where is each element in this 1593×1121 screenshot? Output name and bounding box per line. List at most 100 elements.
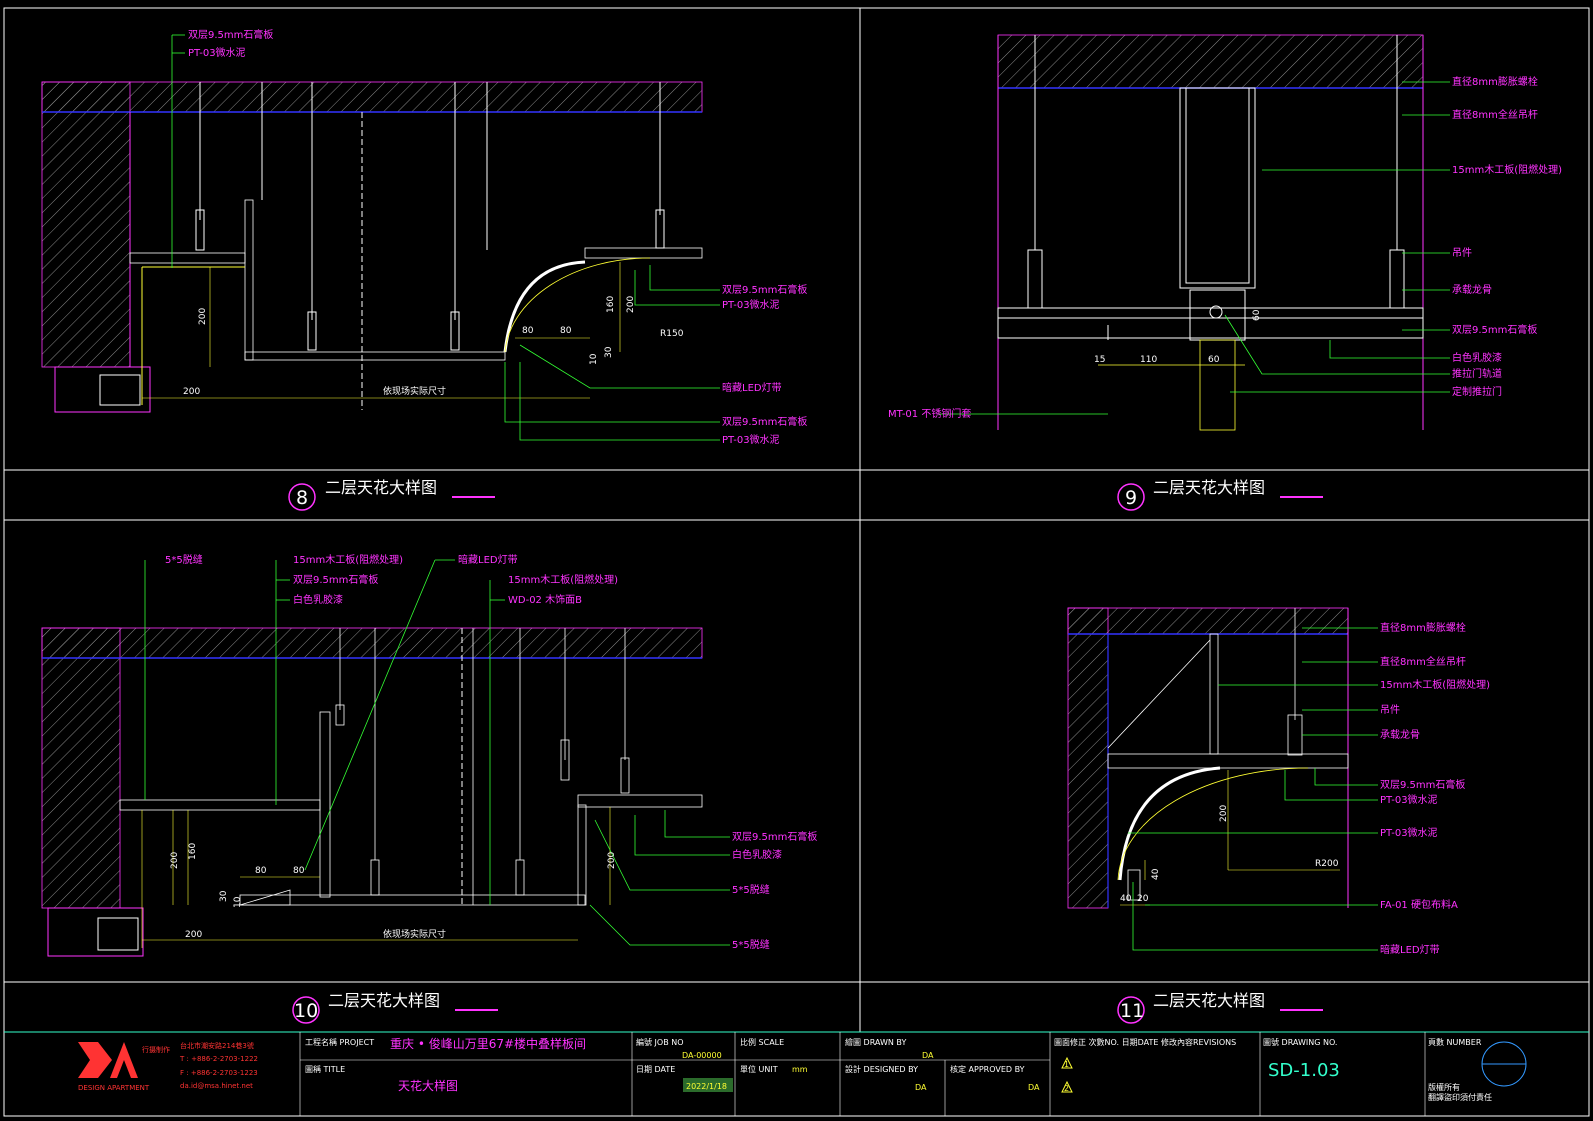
d9-label: 15mm木工板(阻燃处理) xyxy=(1452,163,1562,176)
title-value: 天花大样图 xyxy=(398,1078,458,1093)
detail-10-drawing xyxy=(41,559,730,957)
d9-dim: 15 xyxy=(1094,355,1105,365)
company-email: da.id@msa.hinet.net xyxy=(180,1082,253,1090)
designed-value: DA xyxy=(915,1083,927,1092)
approved-value: DA xyxy=(1028,1083,1040,1092)
d10-label: 白色乳胶漆 xyxy=(293,593,343,606)
d11-label: 直径8mm膨胀螺栓 xyxy=(1380,621,1466,634)
copyright-line-2: 翻譯盜印須付責任 xyxy=(1428,1092,1492,1102)
copyright-line-1: 版權所有 xyxy=(1428,1082,1460,1092)
company-address: 台北市潮安路214巷3號 xyxy=(180,1041,254,1050)
drawn-label: 繪圖 DRAWN BY xyxy=(845,1037,906,1047)
d10-label: 5*5脱缝 xyxy=(165,553,203,566)
detail-11-labels: 直径8mm膨胀螺栓 直径8mm全丝吊杆 15mm木工板(阻燃处理) 吊件 承载龙… xyxy=(1120,621,1490,956)
d10-dim: 200 xyxy=(185,930,202,940)
detail-9-drawing xyxy=(938,34,1450,431)
drawing-no-label: 圖號 DRAWING NO. xyxy=(1263,1037,1337,1047)
d11-dim: 200 xyxy=(1219,805,1229,822)
d10-label: WD-02 木饰面B xyxy=(508,593,582,606)
d9-dim: 60 xyxy=(1208,355,1220,365)
drawing-no-value: SD-1.03 xyxy=(1268,1060,1340,1081)
d8-dim: 160 xyxy=(606,296,616,313)
d10-dim: 200 xyxy=(170,852,180,869)
company-logo xyxy=(78,1042,138,1078)
number-label: 頁數 NUMBER xyxy=(1428,1037,1482,1047)
job-value: DA-00000 xyxy=(682,1051,722,1060)
unit-value: mm xyxy=(792,1065,808,1074)
d8-dim: 依现场实际尺寸 xyxy=(383,385,446,397)
detail-11-caption: 11 二层天花大样图 xyxy=(1117,991,1323,1024)
title-label: 圖稱 TITLE xyxy=(305,1064,345,1074)
unit-label: 單位 UNIT xyxy=(740,1064,778,1074)
d11-dim: 20 xyxy=(1137,894,1149,904)
d8-label: PT-03微水泥 xyxy=(188,46,246,59)
d10-label: 15mm木工板(阻燃处理) xyxy=(508,573,618,586)
date-label: 日期 DATE xyxy=(636,1065,675,1074)
d9-label: 定制推拉门 xyxy=(1452,385,1502,398)
d10-label: 15mm木工板(阻燃处理) xyxy=(293,553,403,566)
detail-10-caption: 10 二层天花大样图 xyxy=(292,991,498,1024)
d10-dim: 10 xyxy=(233,896,243,908)
d10-dim: 依现场实际尺寸 xyxy=(383,928,446,940)
detail-title: 二层天花大样图 xyxy=(1153,991,1265,1010)
d11-label: 直径8mm全丝吊杆 xyxy=(1380,655,1466,668)
d11-dim: R200 xyxy=(1315,859,1339,869)
scale-label: 比例 SCALE xyxy=(740,1037,784,1047)
d10-dim: 80 xyxy=(255,866,267,876)
d9-label: 承载龙骨 xyxy=(1452,283,1492,296)
d8-label: PT-03微水泥 xyxy=(722,298,780,311)
detail-number: 8 xyxy=(296,487,308,509)
company-name-cn: 行摄制作 xyxy=(142,1045,170,1054)
detail-8-caption: 8 二层天花大样图 xyxy=(288,478,495,511)
d10-dim: 30 xyxy=(219,890,229,902)
d8-dim: 200 xyxy=(626,296,636,313)
title-block: 行摄制作 DESIGN APARTMENT 台北市潮安路214巷3號 T : +… xyxy=(78,1032,1527,1116)
d8-label: PT-03微水泥 xyxy=(722,433,780,446)
d8-dim: 200 xyxy=(198,308,208,325)
d11-dim: 40 xyxy=(1151,868,1161,880)
d11-label: 承载龙骨 xyxy=(1380,728,1420,741)
d11-label: PT-03微水泥 xyxy=(1380,793,1438,806)
d8-dim: 80 xyxy=(522,326,534,336)
detail-title: 二层天花大样图 xyxy=(328,991,440,1010)
d8-label: 暗藏LED灯带 xyxy=(722,381,782,394)
detail-title: 二层天花大样图 xyxy=(325,478,437,497)
d11-label: PT-03微水泥 xyxy=(1380,826,1438,839)
d11-label: 15mm木工板(阻燃处理) xyxy=(1380,678,1490,691)
company-name-en: DESIGN APARTMENT xyxy=(78,1084,150,1092)
designed-label: 設計 DESIGNED BY xyxy=(845,1064,918,1074)
d8-dim: 80 xyxy=(560,326,572,336)
d11-label: 吊件 xyxy=(1380,704,1400,716)
detail-11-drawing xyxy=(1067,607,1378,951)
revisions-label: 圖面修正 次數NO. 日期DATE 修改內容REVISIONS xyxy=(1054,1037,1236,1047)
d10-label: 双层9.5mm石膏板 xyxy=(732,830,817,843)
d11-dim: 40 xyxy=(1120,894,1132,904)
detail-number: 11 xyxy=(1120,1000,1144,1022)
d9-label: 白色乳胶漆 xyxy=(1452,351,1502,364)
project-value: 重庆 • 俊峰山万里67#楼中叠样板间 xyxy=(390,1036,586,1051)
d10-dim: 80 xyxy=(293,866,305,876)
drawn-value: DA xyxy=(922,1051,934,1060)
job-label: 編號 JOB NO xyxy=(636,1037,684,1047)
project-label: 工程名稱 PROJECT xyxy=(305,1037,374,1047)
d9-dim: 110 xyxy=(1140,355,1157,365)
company-fax: F : +886-2-2703-1223 xyxy=(180,1069,258,1077)
d8-dim: 30 xyxy=(604,346,614,358)
approved-label: 核定 APPROVED BY xyxy=(950,1064,1025,1074)
d10-label: 双层9.5mm石膏板 xyxy=(293,573,378,586)
detail-10-labels: 5*5脱缝 15mm木工板(阻燃处理) 双层9.5mm石膏板 白色乳胶漆 暗藏L… xyxy=(165,553,817,951)
d9-label: 吊件 xyxy=(1452,247,1472,259)
cad-drawing-sheet: 双层9.5mm石膏板 PT-03微水泥 双层9.5mm石膏板 PT-03微水泥 … xyxy=(3,7,1590,1117)
d8-label: 双层9.5mm石膏板 xyxy=(722,283,807,296)
detail-9-caption: 9 二层天花大样图 xyxy=(1117,478,1323,511)
d8-dim: 10 xyxy=(589,353,599,365)
date-value: 2022/1/18 xyxy=(686,1082,727,1091)
d10-label: 暗藏LED灯带 xyxy=(458,553,518,566)
company-tel: T : +886-2-2703-1222 xyxy=(179,1055,258,1063)
d9-label: 双层9.5mm石膏板 xyxy=(1452,323,1537,336)
d10-label: 5*5脱缝 xyxy=(732,938,770,951)
d8-dim: 200 xyxy=(183,387,200,397)
d11-label: 暗藏LED灯带 xyxy=(1380,943,1440,956)
d11-label: 双层9.5mm石膏板 xyxy=(1380,778,1465,791)
revision-1: 1 xyxy=(1064,1060,1069,1069)
